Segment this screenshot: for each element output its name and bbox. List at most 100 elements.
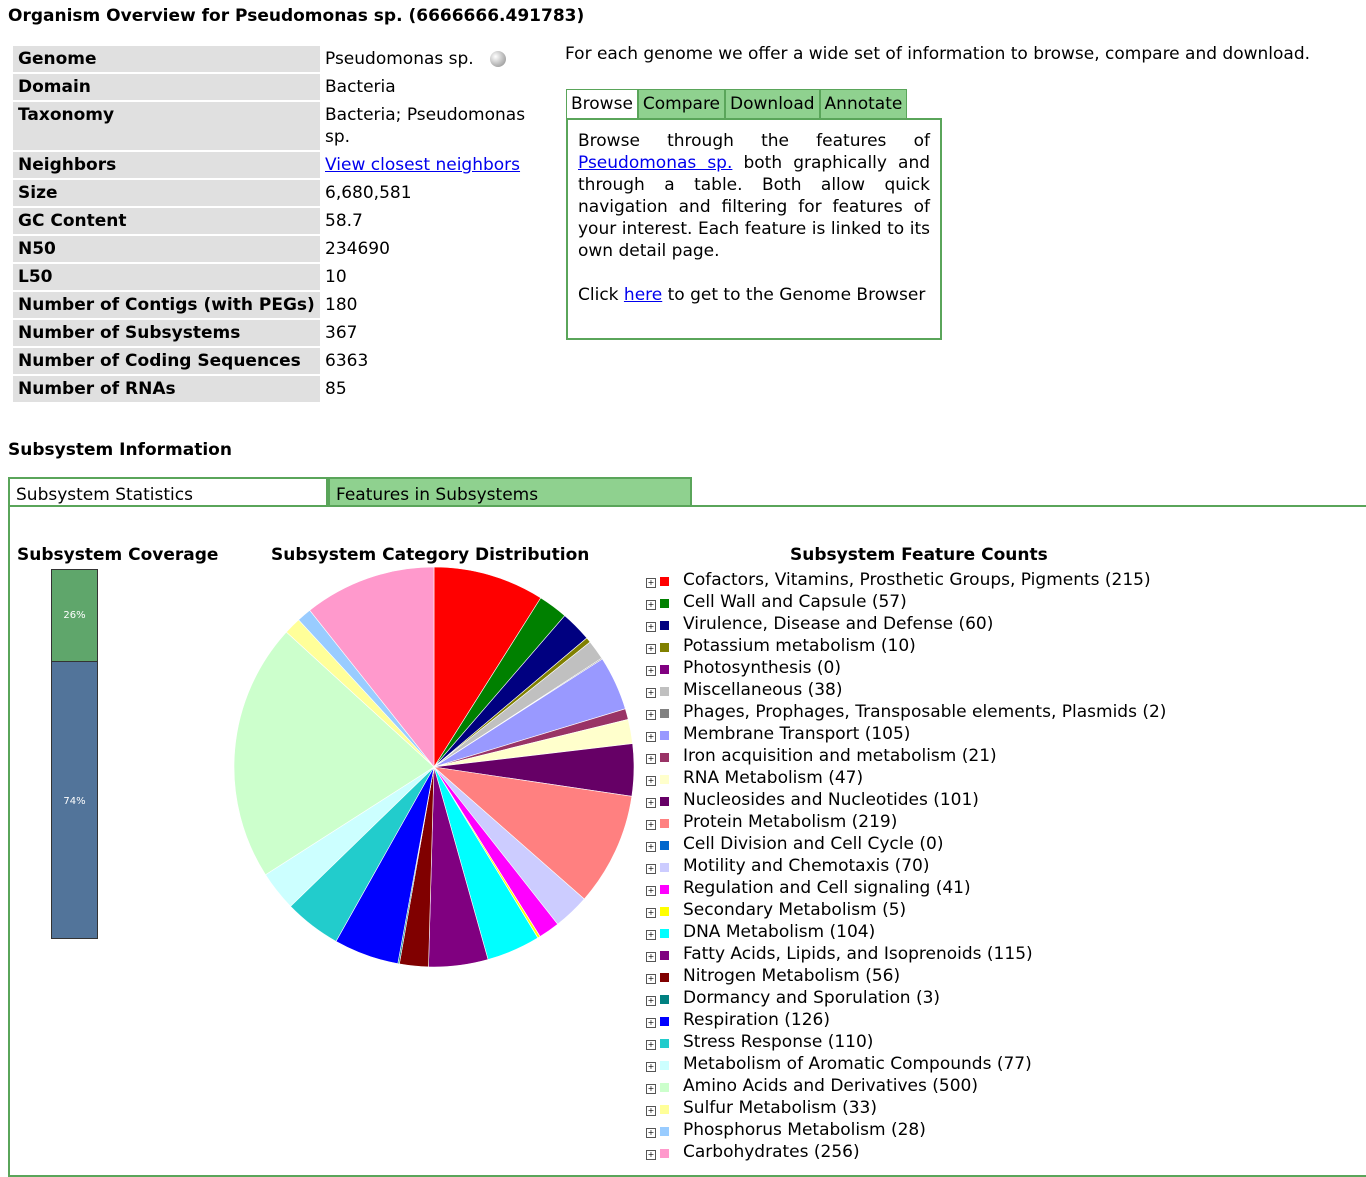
legend-item: + Stress Response (110) <box>646 1031 1166 1053</box>
legend-swatch <box>660 1016 669 1026</box>
overview-value: 234690 <box>320 236 545 262</box>
expand-icon[interactable]: + <box>646 732 656 742</box>
overview-label: Genome <box>13 46 320 72</box>
legend-label: Cell Division and Cell Cycle (0) <box>683 834 944 854</box>
legend-item: + Regulation and Cell signaling (41) <box>646 877 1166 899</box>
overview-value: 180 <box>320 292 545 318</box>
expand-icon[interactable]: + <box>646 710 656 720</box>
expand-icon[interactable]: + <box>646 864 656 874</box>
expand-icon[interactable]: + <box>646 644 656 654</box>
legend-swatch <box>660 950 669 960</box>
legend-label: Nitrogen Metabolism (56) <box>683 966 901 986</box>
overview-value-text: 85 <box>325 379 347 399</box>
legend-swatch <box>660 686 669 696</box>
legend-item: + Nucleosides and Nucleotides (101) <box>646 789 1166 811</box>
expand-icon[interactable]: + <box>646 1040 656 1050</box>
overview-value-text: 10 <box>325 267 347 287</box>
expand-icon[interactable]: + <box>646 1106 656 1116</box>
legend-item: + Miscellaneous (38) <box>646 679 1166 701</box>
expand-icon[interactable]: + <box>646 1128 656 1138</box>
pie-chart <box>233 567 635 968</box>
view-neighbors-link[interactable]: View closest neighbors <box>325 155 520 175</box>
tab-subsystem-statistics[interactable]: Subsystem Statistics <box>8 477 328 507</box>
page-title: Organism Overview for Pseudomonas sp. (6… <box>8 6 585 26</box>
expand-icon[interactable]: + <box>646 622 656 632</box>
legend-item: + Fatty Acids, Lipids, and Isoprenoids (1… <box>646 943 1166 965</box>
tab-browse[interactable]: Browse <box>566 89 638 118</box>
expand-icon[interactable]: + <box>646 996 656 1006</box>
pie-title: Subsystem Category Distribution <box>271 545 590 565</box>
expand-icon[interactable]: + <box>646 908 656 918</box>
subsystem-info-title: Subsystem Information <box>8 440 232 460</box>
expand-icon[interactable]: + <box>646 688 656 698</box>
legend-swatch <box>660 598 669 608</box>
legend-label: RNA Metabolism (47) <box>683 768 864 788</box>
legend-label: Amino Acids and Derivatives (500) <box>683 1076 978 1096</box>
legend-item: + Iron acquisition and metabolism (21) <box>646 745 1166 767</box>
overview-value: View closest neighbors <box>320 152 545 178</box>
overview-value: 85 <box>320 376 545 402</box>
expand-icon[interactable]: + <box>646 952 656 962</box>
overview-row: Number of Subsystems 367 <box>13 320 545 346</box>
tab-features-in-subsystems[interactable]: Features in Subsystems <box>328 477 692 507</box>
overview-value-text: 234690 <box>325 239 390 259</box>
tab-download[interactable]: Download <box>725 89 820 118</box>
legend-swatch <box>660 796 669 806</box>
overview-label: Domain <box>13 74 320 100</box>
expand-icon[interactable]: + <box>646 974 656 984</box>
coverage-title: Subsystem Coverage <box>17 545 219 565</box>
legend-label: Regulation and Cell signaling (41) <box>683 878 971 898</box>
browse-text-3: Click <box>578 285 619 305</box>
organism-link[interactable]: Pseudomonas sp. <box>578 153 732 173</box>
legend-item: + Virulence, Disease and Defense (60) <box>646 613 1166 635</box>
legend-label: Phosphorus Metabolism (28) <box>683 1120 926 1140</box>
overview-value: 10 <box>320 264 545 290</box>
legend-swatch <box>660 774 669 784</box>
legend-item: + Motility and Chemotaxis (70) <box>646 855 1166 877</box>
overview-value-text: 180 <box>325 295 358 315</box>
legend-swatch <box>660 994 669 1004</box>
overview-row: L50 10 <box>13 264 545 290</box>
globe-icon[interactable] <box>489 51 506 67</box>
tab-compare[interactable]: Compare <box>637 89 726 118</box>
expand-icon[interactable]: + <box>646 842 656 852</box>
genome-tabs: Browse Compare Download Annotate <box>566 89 908 118</box>
tab-annotate[interactable]: Annotate <box>819 89 908 118</box>
expand-icon[interactable]: + <box>646 886 656 896</box>
expand-icon[interactable]: + <box>646 798 656 808</box>
expand-icon[interactable]: + <box>646 666 656 676</box>
expand-icon[interactable]: + <box>646 776 656 786</box>
expand-icon[interactable]: + <box>646 754 656 764</box>
legend-item: + Dormancy and Sporulation (3) <box>646 987 1166 1009</box>
subsystem-tabs: Subsystem Statistics Features in Subsyst… <box>8 477 692 507</box>
legend-item: + Cofactors, Vitamins, Prosthetic Groups,… <box>646 569 1166 591</box>
overview-value-text: 58.7 <box>325 211 363 231</box>
legend-item: + Carbohydrates (256) <box>646 1141 1166 1163</box>
expand-icon[interactable]: + <box>646 930 656 940</box>
expand-icon[interactable]: + <box>646 600 656 610</box>
expand-icon[interactable]: + <box>646 1062 656 1072</box>
legend-swatch <box>660 642 669 652</box>
legend-item: + Amino Acids and Derivatives (500) <box>646 1075 1166 1097</box>
legend-swatch <box>660 1104 669 1114</box>
legend-label: Protein Metabolism (219) <box>683 812 898 832</box>
overview-label: Taxonomy <box>13 102 320 150</box>
legend-label: Respiration (126) <box>683 1010 830 1030</box>
genome-browser-link[interactable]: here <box>624 285 662 305</box>
legend-swatch <box>660 730 669 740</box>
overview-row: GC Content 58.7 <box>13 208 545 234</box>
overview-row: Number of Contigs (with PEGs) 180 <box>13 292 545 318</box>
legend-item: + Secondary Metabolism (5) <box>646 899 1166 921</box>
expand-icon[interactable]: + <box>646 1150 656 1160</box>
legend-swatch <box>660 1148 669 1158</box>
expand-icon[interactable]: + <box>646 578 656 588</box>
overview-row: Size 6,680,581 <box>13 180 545 206</box>
legend-item: + Nitrogen Metabolism (56) <box>646 965 1166 987</box>
expand-icon[interactable]: + <box>646 1018 656 1028</box>
legend-label: Fatty Acids, Lipids, and Isoprenoids (11… <box>683 944 1033 964</box>
overview-label: Number of RNAs <box>13 376 320 402</box>
legend-item: + Sulfur Metabolism (33) <box>646 1097 1166 1119</box>
overview-row: Number of Coding Sequences 6363 <box>13 348 545 374</box>
expand-icon[interactable]: + <box>646 820 656 830</box>
expand-icon[interactable]: + <box>646 1084 656 1094</box>
